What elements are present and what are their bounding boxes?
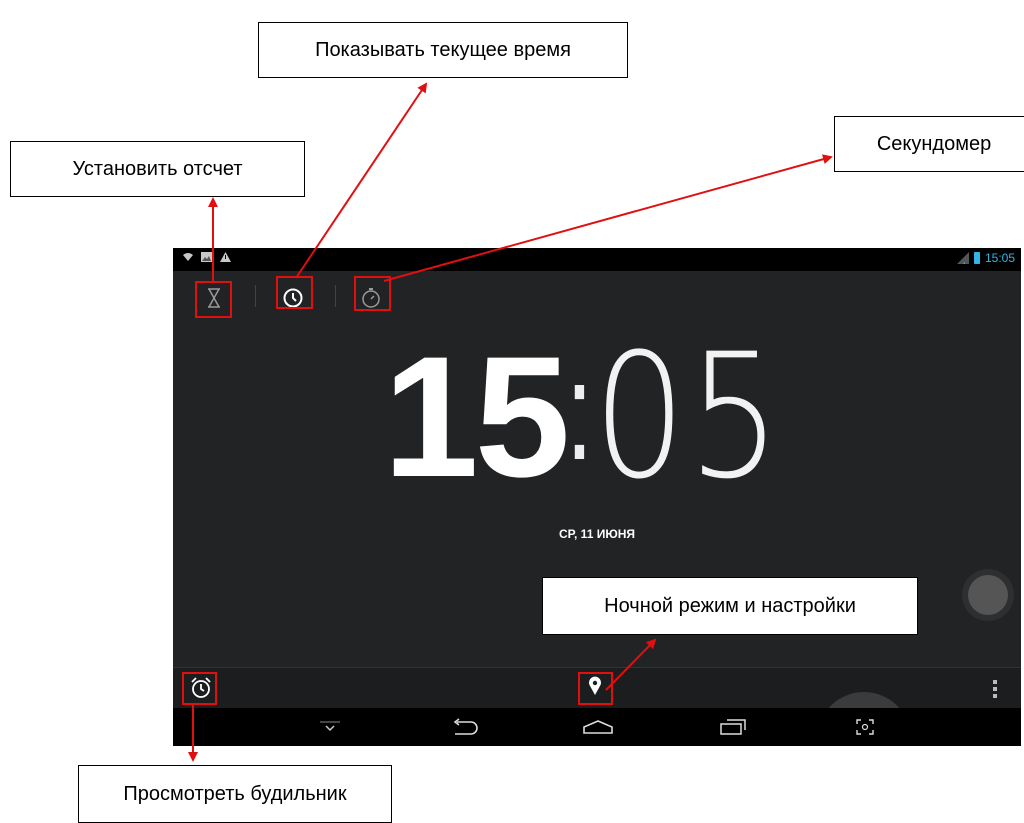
clock-separator: : [566, 332, 594, 489]
callout-timer-label: Установить отсчет [72, 157, 243, 180]
callout-alarms: Просмотреть будильник [78, 765, 392, 823]
status-bar: 15:05 [173, 248, 1021, 271]
recent-apps-button[interactable] [713, 714, 753, 740]
back-icon [453, 718, 478, 735]
callout-alarms-label: Просмотреть будильник [123, 782, 347, 805]
callout-night-mode-label: Ночной режим и настройки [604, 594, 856, 617]
digital-clock: 15 : 05 [383, 316, 816, 517]
tab-divider [255, 285, 256, 307]
tab-divider [335, 285, 336, 307]
warning-icon [220, 252, 231, 262]
back-button[interactable] [445, 714, 485, 740]
device-screen: 15:05 15 : 05 СР, 11 ИЮНЯ [173, 248, 1021, 746]
hide-keyboard-icon [320, 721, 340, 732]
overflow-menu-icon[interactable] [993, 680, 997, 698]
callout-stopwatch-label: Секундомер [876, 132, 992, 155]
callout-stopwatch: Секундомер [834, 116, 1024, 172]
hide-keyboard-button[interactable] [310, 714, 350, 740]
highlight-timer-tab [195, 281, 232, 318]
clock-date: СР, 11 ИЮНЯ [559, 527, 635, 541]
recent-apps-icon [720, 719, 746, 735]
navigation-bar [173, 708, 1021, 746]
screenshot-icon [856, 719, 874, 735]
highlight-alarm-button [182, 672, 217, 705]
callout-current-time-label: Показывать текущее время [315, 38, 571, 61]
highlight-stopwatch-tab [354, 276, 391, 311]
clock-hours: 15 [383, 321, 570, 513]
signal-icon [956, 252, 969, 264]
battery-icon [973, 252, 980, 264]
wifi-icon [183, 253, 193, 261]
callout-current-time: Показывать текущее время [258, 22, 628, 78]
floating-button[interactable] [968, 575, 1008, 615]
callout-timer: Установить отсчет [10, 141, 305, 197]
status-time: 15:05 [984, 251, 1015, 265]
image-notification-icon [201, 252, 212, 262]
home-icon [583, 720, 613, 734]
callout-night-mode: Ночной режим и настройки [542, 577, 918, 635]
highlight-clock-tab [276, 276, 313, 309]
highlight-night-mode-button [578, 672, 613, 705]
home-button[interactable] [578, 714, 618, 740]
screenshot-button[interactable] [845, 714, 885, 740]
clock-minutes: 05 [593, 316, 783, 517]
